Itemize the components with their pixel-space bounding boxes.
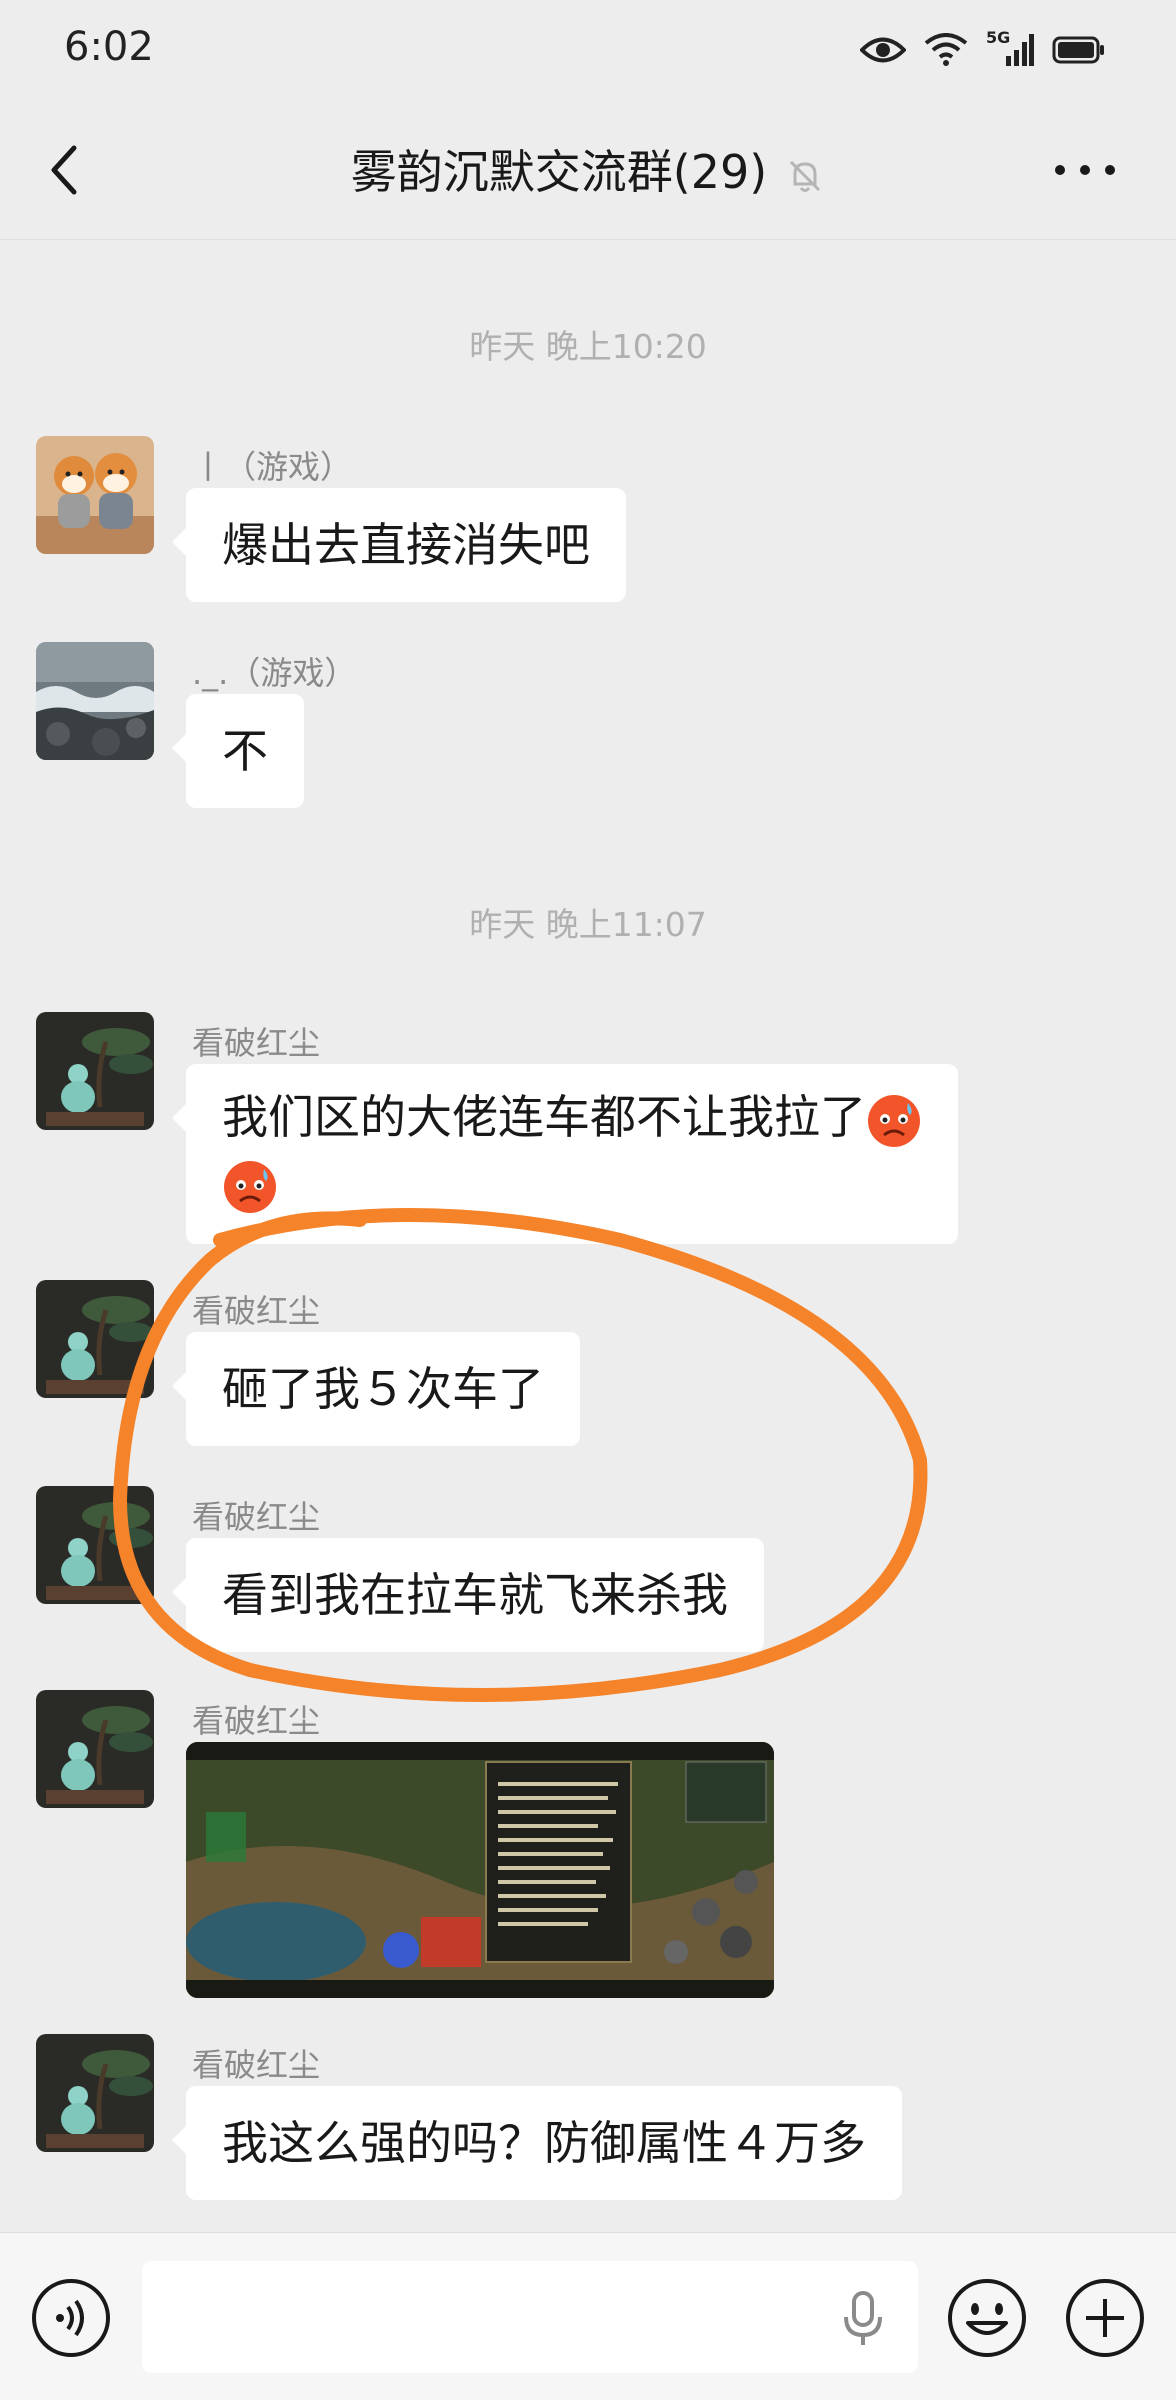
wifi-icon xyxy=(924,33,968,66)
voice-icon[interactable] xyxy=(30,2277,112,2359)
sender-name: 丨（游戏） xyxy=(192,448,353,486)
avatar[interactable] xyxy=(36,1012,154,1130)
battery-icon xyxy=(1052,36,1104,64)
status-icons: 5G xyxy=(860,26,1106,74)
eye-icon xyxy=(860,37,906,63)
avatar[interactable] xyxy=(36,1486,154,1604)
message-bubble[interactable]: 看到我在拉车就飞来杀我 xyxy=(172,1538,764,1652)
sea-waves-avatar xyxy=(36,642,154,760)
sender-name: 看破红尘 xyxy=(192,2046,321,2084)
gourd-bonsai-avatar xyxy=(36,1012,154,1130)
message-bubble[interactable]: 我这么强的吗？防御属性４万多 xyxy=(172,2086,902,2200)
microphone-icon[interactable] xyxy=(838,2289,888,2349)
chat-timestamp: 昨天 晚上10:20 xyxy=(469,327,707,366)
gourd-bonsai-avatar xyxy=(36,1280,154,1398)
emoji-icon[interactable] xyxy=(946,2277,1028,2359)
signal-icon: 5G xyxy=(986,28,1034,68)
avatar[interactable] xyxy=(36,1690,154,1808)
status-time: 6:02 xyxy=(64,24,154,70)
avatar[interactable] xyxy=(36,436,154,554)
sender-name: ._.（游戏） xyxy=(192,654,357,692)
message-bubble[interactable]: 不 xyxy=(172,694,304,808)
title-container: 雾韵沉默交流群(29) xyxy=(0,136,1176,202)
message-text-line xyxy=(222,1150,922,1216)
chat-title: 雾韵沉默交流群(29) xyxy=(350,145,768,199)
worried-face-emoji xyxy=(868,1094,920,1147)
sender-name: 看破红尘 xyxy=(192,1024,321,1062)
plus-icon[interactable] xyxy=(1064,2277,1146,2359)
message-bubble[interactable]: 砸了我５次车了 xyxy=(172,1332,580,1446)
gourd-bonsai-avatar xyxy=(36,1486,154,1604)
bell-off-icon xyxy=(790,160,821,192)
message-bubble[interactable]: 爆出去直接消失吧 xyxy=(172,488,626,602)
avatar[interactable] xyxy=(36,2034,154,2152)
chat-timestamp: 昨天 晚上11:07 xyxy=(469,905,707,944)
game-screenshot-image[interactable] xyxy=(186,1742,774,1998)
shiba-dogs-avatar xyxy=(36,436,154,554)
sender-name: 看破红尘 xyxy=(192,1702,321,1740)
avatar[interactable] xyxy=(36,1280,154,1398)
sender-name: 看破红尘 xyxy=(192,1292,321,1330)
status-bar: 6:02 5G xyxy=(0,0,1176,100)
avatar[interactable] xyxy=(36,642,154,760)
message-bubble[interactable]: 我们区的大佬连车都不让我拉了 xyxy=(172,1064,958,1244)
message-text-line: 我们区的大佬连车都不让我拉了 xyxy=(222,1084,922,1150)
gourd-bonsai-avatar xyxy=(36,1690,154,1808)
sender-name: 看破红尘 xyxy=(192,1498,321,1536)
chat-header: 雾韵沉默交流群(29) xyxy=(0,100,1176,240)
input-bar xyxy=(0,2232,1176,2400)
gourd-bonsai-avatar xyxy=(36,2034,154,2152)
worried-face-emoji xyxy=(224,1160,276,1213)
message-input[interactable] xyxy=(142,2261,918,2373)
more-dots-icon[interactable] xyxy=(1050,160,1120,180)
message-text: 我们区的大佬连车都不让我拉了 xyxy=(222,1090,866,1144)
